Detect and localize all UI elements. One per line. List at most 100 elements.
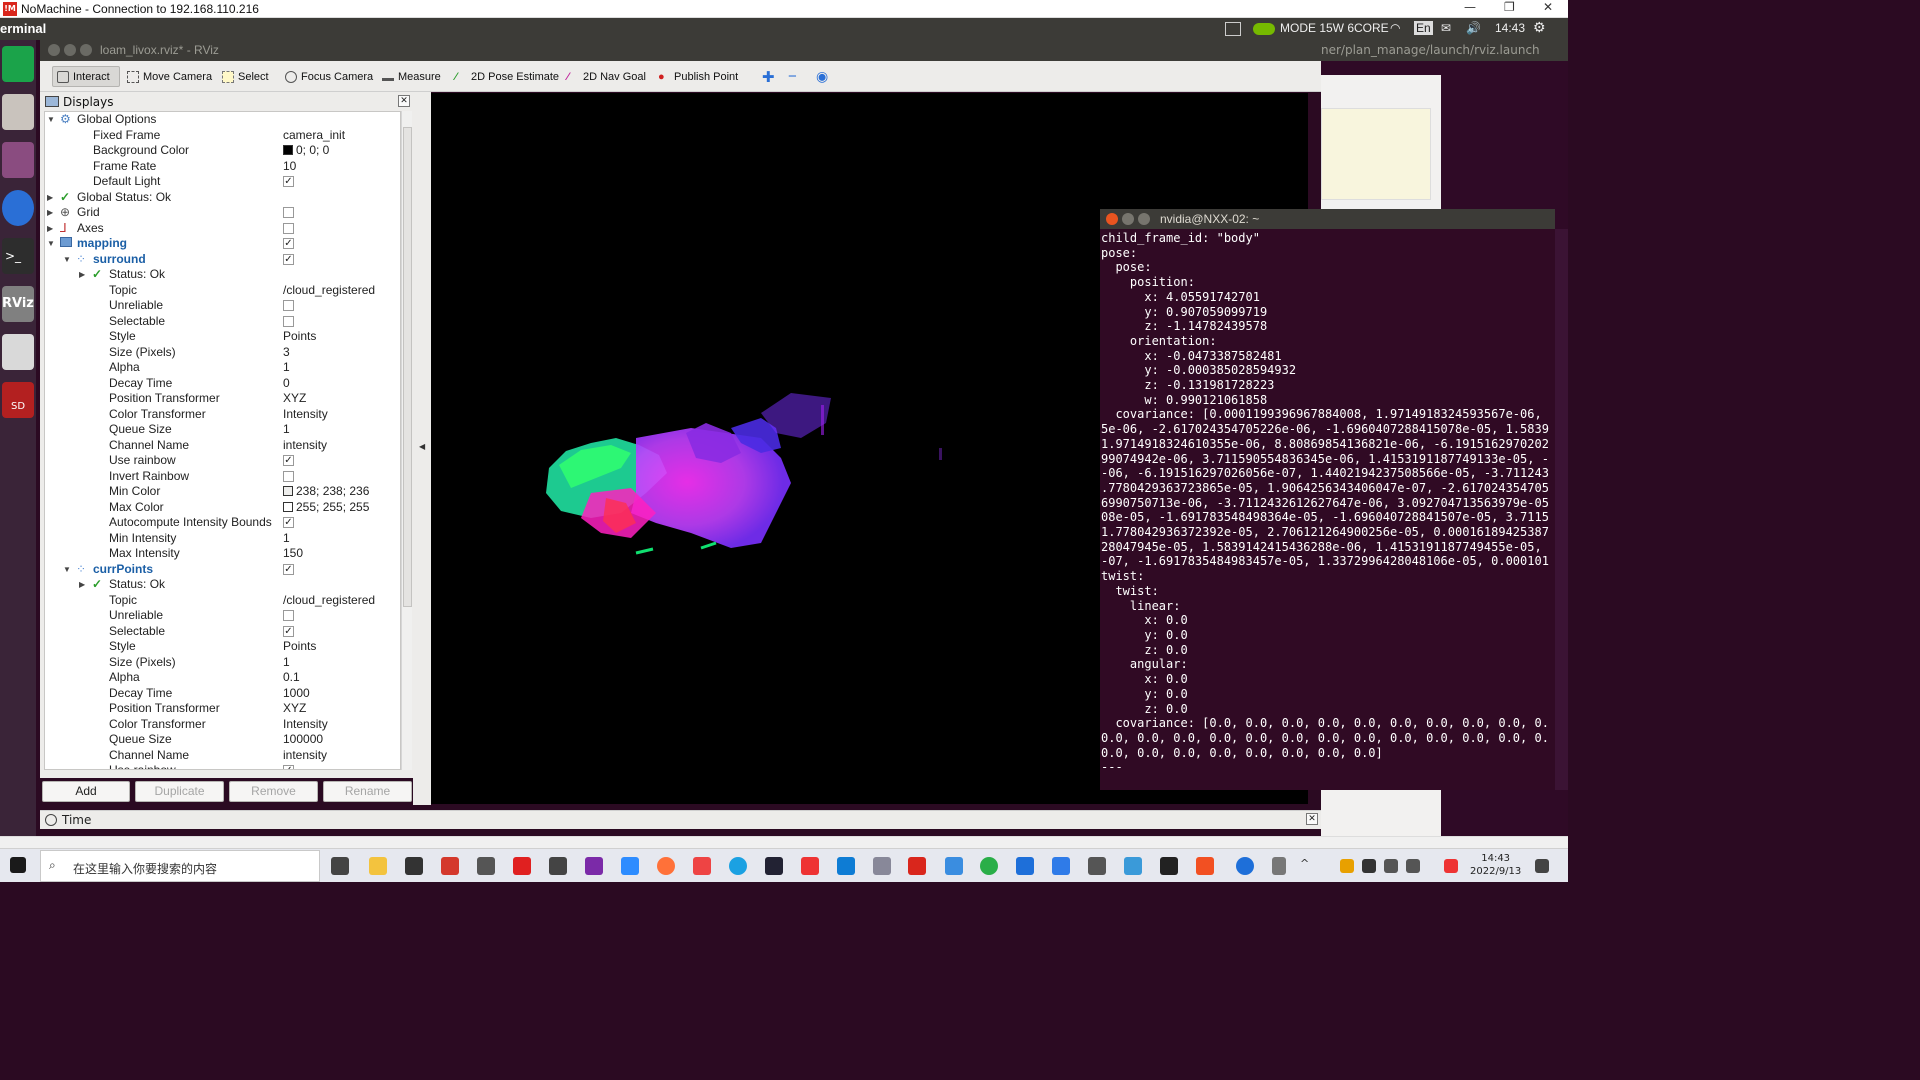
terminal-close-icon[interactable] <box>1106 213 1118 225</box>
tree-row-value[interactable]: 0.1 <box>283 670 300 685</box>
rename-button[interactable]: Rename <box>323 781 412 802</box>
tree-row-value[interactable]: XYZ <box>283 701 306 716</box>
nomachine-hscroll[interactable] <box>0 836 1568 848</box>
tree-row-value[interactable]: Intensity <box>283 717 328 732</box>
collapse-arrow-icon[interactable]: ▼ <box>63 252 71 267</box>
settings-gear-icon[interactable]: ⚙ <box>1533 19 1546 36</box>
tree-row[interactable]: Max Color 255; 255; 255 <box>45 500 400 516</box>
tree-row[interactable]: Fixed Frame camera_init <box>45 128 400 144</box>
tree-row[interactable]: Default Light ✓ <box>45 174 400 190</box>
tree-row[interactable]: Decay Time 0 <box>45 376 400 392</box>
tree-row-checkbox[interactable]: ✓ <box>283 563 294 575</box>
store-icon[interactable] <box>405 857 423 875</box>
tree-row[interactable]: Style Points <box>45 329 400 345</box>
tree-row-value[interactable]: 10 <box>283 159 296 174</box>
tree-row-value[interactable]: 1 <box>283 531 290 546</box>
move-camera-tool[interactable]: Move Camera <box>123 66 216 87</box>
tree-row[interactable]: Channel Name intensity <box>45 748 400 764</box>
tree-row[interactable]: Channel Name intensity <box>45 438 400 454</box>
time-panel-close-icon[interactable]: ✕ <box>1306 813 1318 825</box>
tree-row-value[interactable]: 150 <box>283 546 303 561</box>
collapse-arrow-icon[interactable]: ◀ <box>419 442 425 451</box>
tree-row-value[interactable]: 3 <box>283 345 290 360</box>
tree-row[interactable]: Use rainbow ✓ <box>45 453 400 469</box>
tree-row-value[interactable]: Points <box>283 329 316 344</box>
tree-row-value[interactable]: 0 <box>283 376 290 391</box>
input-method-icon[interactable] <box>1444 859 1458 873</box>
launcher-tools-icon[interactable] <box>2 142 34 178</box>
restore-icon[interactable]: ❐ <box>1504 0 1515 14</box>
remove-button[interactable]: Remove <box>229 781 318 802</box>
app-icon-10[interactable] <box>1196 857 1214 875</box>
tree-row-checkbox[interactable] <box>283 470 294 482</box>
tree-row[interactable]: ▶ ✓ Global Status: Ok <box>45 190 400 206</box>
panel-splitter[interactable]: ◀ <box>413 92 431 805</box>
tree-row[interactable]: Background Color 0; 0; 0 <box>45 143 400 159</box>
measure-tool[interactable]: Measure <box>378 66 445 87</box>
tree-row[interactable]: ▼ ⚙ Global Options <box>45 112 400 128</box>
tree-row[interactable]: Size (Pixels) 3 <box>45 345 400 361</box>
tree-row[interactable]: Max Intensity 150 <box>45 546 400 562</box>
nvidia-icon[interactable] <box>1253 23 1275 35</box>
app-icon-5[interactable] <box>873 857 891 875</box>
add-button[interactable]: Add <box>42 781 130 802</box>
tree-row-value[interactable]: 100000 <box>283 732 323 747</box>
tree-row[interactable]: ▼ ⁘ currPoints ✓ <box>45 562 400 578</box>
app-icon-3[interactable] <box>693 857 711 875</box>
terminal-scrollbar[interactable] <box>1555 229 1568 790</box>
tree-row-checkbox[interactable] <box>283 315 294 327</box>
people-icon[interactable] <box>1272 857 1286 875</box>
panel-close-icon[interactable]: ✕ <box>398 95 410 107</box>
tree-row[interactable]: ▶ ⅃ Axes <box>45 221 400 237</box>
tree-row[interactable]: Invert Rainbow <box>45 469 400 485</box>
volume-icon[interactable]: 🔊 <box>1466 21 1481 35</box>
taskbar-clock[interactable]: 14:43 2022/9/13 <box>1470 852 1521 878</box>
mail-icon[interactable]: ✉ <box>1441 21 1451 35</box>
notification-icon[interactable] <box>1535 859 1549 873</box>
tree-row-value[interactable]: Points <box>283 639 316 654</box>
tree-row[interactable]: Size (Pixels) 1 <box>45 655 400 671</box>
expand-arrow-icon[interactable]: ▶ <box>47 205 53 220</box>
edge-icon[interactable] <box>729 857 747 875</box>
collapse-arrow-icon[interactable]: ▼ <box>47 236 55 251</box>
tree-row-value[interactable]: 238; 238; 236 <box>283 484 369 499</box>
tree-row[interactable]: Decay Time 1000 <box>45 686 400 702</box>
zoom-icon[interactable] <box>621 857 639 875</box>
taskbar-search[interactable]: ⌕ 在这里输入你要搜索的内容 <box>40 850 320 882</box>
app-icon-1[interactable] <box>441 857 459 875</box>
tree-row[interactable]: ▼ mapping ✓ <box>45 236 400 252</box>
tree-row-checkbox[interactable]: ✓ <box>283 625 294 637</box>
firefox-icon[interactable] <box>657 857 675 875</box>
tree-row-value[interactable]: intensity <box>283 748 327 763</box>
tree-row[interactable]: Style Points <box>45 639 400 655</box>
rviz-maximize-icon[interactable] <box>80 44 92 56</box>
tree-row-value[interactable]: intensity <box>283 438 327 453</box>
nomachine-taskbar-icon[interactable] <box>908 857 926 875</box>
tree-row[interactable]: ▶ ✓ Status: Ok <box>45 267 400 283</box>
launcher-sd-card-icon[interactable]: SD <box>2 382 34 418</box>
tree-row[interactable]: Position Transformer XYZ <box>45 701 400 717</box>
tree-row[interactable]: Position Transformer XYZ <box>45 391 400 407</box>
close-icon[interactable]: ✕ <box>1543 0 1553 14</box>
onenote-icon[interactable] <box>585 857 603 875</box>
wechat-icon[interactable] <box>980 857 998 875</box>
pose-estimate-tool[interactable]: ⁄ 2D Pose Estimate <box>451 66 563 87</box>
tree-row[interactable]: Color Transformer Intensity <box>45 407 400 423</box>
color-swatch[interactable] <box>283 501 293 512</box>
tree-row[interactable]: Topic/cloud_registered <box>45 283 400 299</box>
remove-tool-icon[interactable]: − <box>784 66 801 87</box>
tree-row[interactable]: Unreliable <box>45 608 400 624</box>
expand-arrow-icon[interactable]: ▶ <box>47 190 53 205</box>
tree-row-checkbox[interactable]: ✓ <box>283 238 294 249</box>
launcher-chrome-like-icon[interactable] <box>2 46 34 82</box>
tree-row[interactable]: ▶ ⊕ Grid <box>45 205 400 221</box>
scrollbar-thumb[interactable] <box>403 127 412 607</box>
tree-row[interactable]: Autocompute Intensity Bounds ✓ <box>45 515 400 531</box>
language-indicator[interactable]: En <box>1414 21 1433 35</box>
tree-scrollbar[interactable] <box>401 111 412 770</box>
expand-arrow-icon[interactable]: ▶ <box>47 221 53 236</box>
keyboard-icon[interactable] <box>1225 22 1241 36</box>
publish-point-tool[interactable]: ● Publish Point <box>654 66 742 87</box>
rviz-close-icon[interactable] <box>48 44 60 56</box>
camera-icon[interactable] <box>549 857 567 875</box>
